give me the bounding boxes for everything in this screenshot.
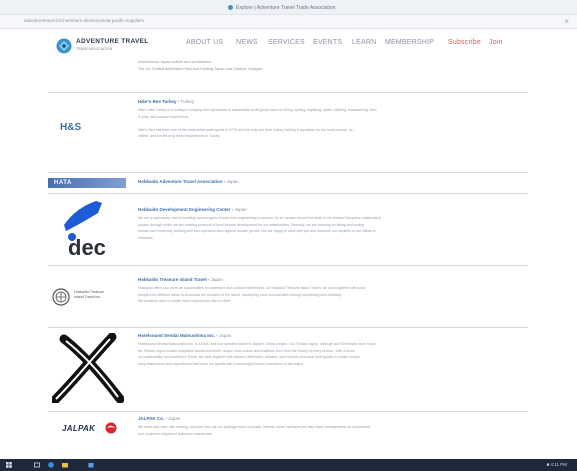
- os-taskbar: ■ 4:11 PM: [0, 459, 577, 471]
- member-description: Hotelsound Sendai Matsushima Inc. is a D…: [138, 342, 376, 366]
- member-name[interactable]: Hokkaido Treasure Island Travel - Japan: [138, 277, 223, 282]
- nav-services[interactable]: SERVICES: [268, 39, 305, 46]
- member-logo[interactable]: JALPAK: [62, 424, 95, 433]
- store-icon[interactable]: [88, 462, 94, 468]
- member-name[interactable]: Hokkaido Development Engineering Center …: [138, 207, 247, 212]
- divider: [48, 265, 528, 266]
- task-view-icon[interactable]: [34, 462, 40, 468]
- member-name[interactable]: Hokkaido Adventure Travel Association - …: [138, 179, 239, 184]
- url-text[interactable]: adventuretravel.biz/members-directory/as…: [24, 18, 144, 23]
- subscribe-link[interactable]: Subscribe: [448, 39, 481, 46]
- member-logo[interactable]: HATA: [48, 178, 126, 188]
- member-name[interactable]: Hike'n Bee Turkey - Turkey: [138, 99, 194, 104]
- nav-learn[interactable]: LEARN: [352, 39, 376, 46]
- edge-browser-icon[interactable]: [48, 462, 54, 468]
- treasure-island-emblem-icon[interactable]: [52, 288, 70, 306]
- nav-membership[interactable]: MEMBERSHIP: [385, 39, 434, 46]
- join-link[interactable]: Join: [489, 39, 503, 46]
- divider: [48, 172, 528, 173]
- member-description: We value and care, with strategy, discov…: [138, 425, 370, 436]
- close-icon[interactable]: ×: [564, 17, 569, 26]
- file-explorer-icon[interactable]: [62, 462, 68, 468]
- member-description: We are a nationwide, and is handling var…: [138, 216, 381, 240]
- member-name[interactable]: Hotelsound Sendai Matsushima Inc. - Japa…: [138, 333, 231, 338]
- address-bar[interactable]: adventuretravel.biz/members-directory/as…: [0, 15, 577, 29]
- member-logo[interactable]: H&S: [60, 122, 81, 133]
- logo-globe-icon[interactable]: [56, 38, 72, 54]
- divider: [48, 92, 528, 93]
- logo-subtitle: TRADE ASSOCIATION: [76, 47, 113, 51]
- start-windows-icon[interactable]: [6, 462, 12, 468]
- crane-logo-icon: [105, 422, 117, 434]
- divider: [48, 193, 528, 194]
- nav-events[interactable]: EVENTS: [313, 39, 342, 46]
- member-description: Hokkaido offers you worth all opportunit…: [138, 286, 365, 303]
- divider: [48, 327, 528, 328]
- member-name[interactable]: JALPAK Co. - Japan: [138, 416, 180, 421]
- nav-news[interactable]: NEWS: [236, 39, 258, 46]
- intro-line: The AO Central Adventure Field and Hunti…: [138, 67, 264, 71]
- dec-logo-text: dec: [68, 235, 106, 259]
- divider: [48, 411, 528, 412]
- intro-line: Adventurous Japan culture and persistenc…: [138, 60, 213, 64]
- system-clock[interactable]: ■ 4:11 PM: [547, 462, 567, 467]
- site-favicon-icon: [228, 5, 233, 10]
- browser-tab[interactable]: Explore | Adventure Travel Trade Associa…: [228, 2, 335, 13]
- member-logo[interactable]: dec: [58, 199, 116, 259]
- member-logo-text: Hokkaido Treasure Island Travel Inc.: [74, 290, 105, 299]
- nav-about-us[interactable]: ABOUT US: [186, 39, 223, 46]
- member-description: Hike'n Bee Turkey is a boutique company …: [138, 108, 377, 138]
- browser-tab-bar: Explore | Adventure Travel Trade Associa…: [0, 0, 577, 15]
- tab-title: Explore | Adventure Travel Trade Associa…: [236, 4, 336, 11]
- logo-title[interactable]: ADVENTURE TRAVEL: [76, 38, 149, 45]
- intro-text: Adventurous Japan culture and persistenc…: [138, 59, 263, 73]
- member-logo[interactable]: [52, 333, 124, 403]
